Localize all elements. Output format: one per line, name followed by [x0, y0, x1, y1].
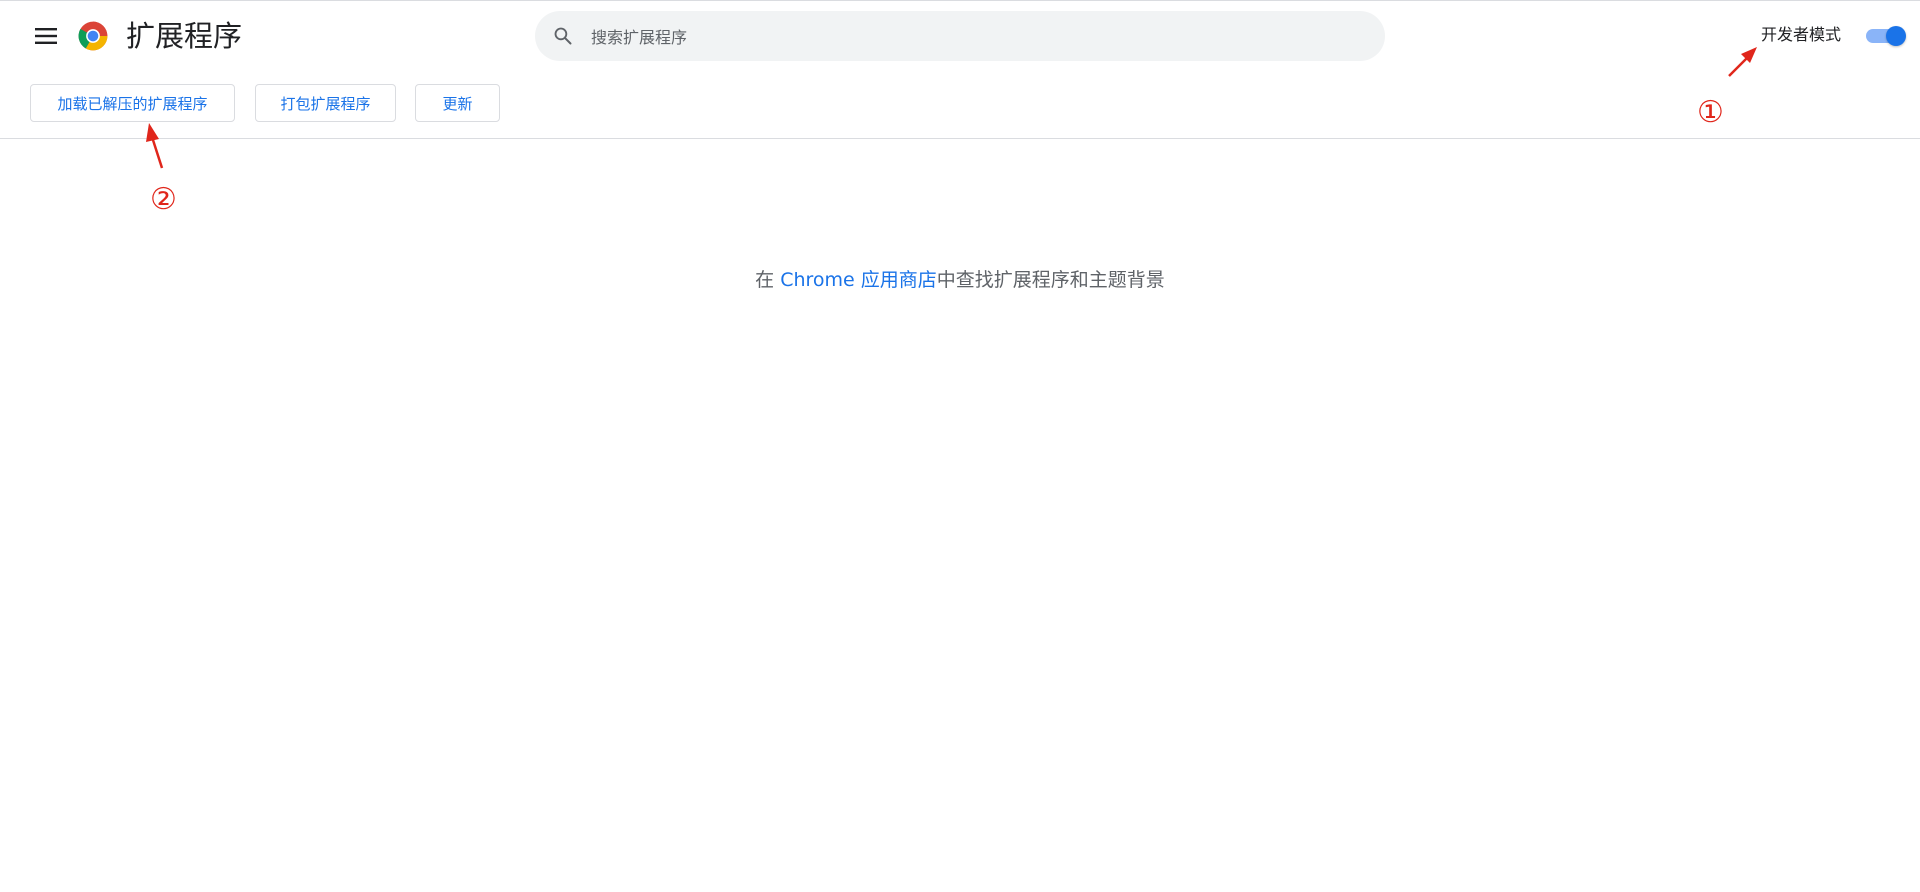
extensions-page: 扩展程序 搜索扩展程序 开发者模式 加载已解压的扩展程序 打包扩展程序 更新 在… — [0, 0, 1920, 892]
annotation-arrows — [146, 47, 1757, 169]
arrow-to-load-unpacked — [146, 123, 164, 169]
annotation-step-2: ② — [150, 182, 177, 217]
annotation-step-1: ① — [1697, 95, 1724, 130]
arrow-to-developer-toggle — [1728, 47, 1757, 77]
